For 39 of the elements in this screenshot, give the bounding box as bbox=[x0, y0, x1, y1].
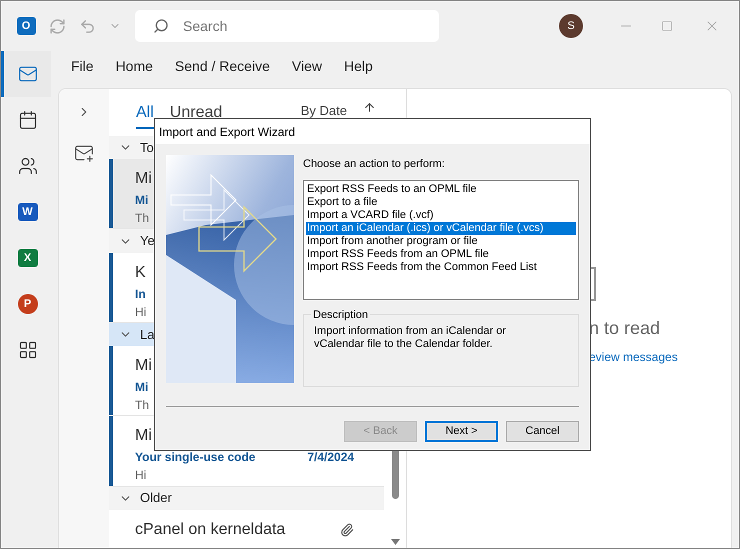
sort-label[interactable]: By Date bbox=[300, 101, 347, 120]
dialog-button[interactable]: Cancel bbox=[506, 420, 579, 442]
word-logo-icon: W bbox=[18, 203, 38, 221]
search-field[interactable]: Search bbox=[135, 10, 439, 42]
menu-item[interactable]: View bbox=[292, 56, 322, 76]
group-label: Ye bbox=[140, 232, 155, 250]
group-label: To bbox=[140, 138, 154, 157]
mail-icon bbox=[18, 64, 38, 84]
dialog-title: Import and Export Wizard bbox=[159, 124, 296, 140]
outlook-logo-icon: O bbox=[16, 17, 36, 35]
illustration-icon bbox=[589, 267, 597, 301]
group-header[interactable]: Older bbox=[109, 486, 384, 510]
new-mail-icon[interactable] bbox=[74, 143, 94, 163]
action-option[interactable]: Import from another program or file bbox=[306, 234, 576, 248]
menu-item[interactable]: File bbox=[71, 56, 94, 76]
action-option[interactable]: Export RSS Feeds to an OPML file bbox=[306, 182, 576, 196]
account-avatar[interactable]: S bbox=[559, 14, 583, 38]
menu-item[interactable]: Help bbox=[344, 56, 373, 76]
action-option[interactable]: Export to a file bbox=[306, 196, 576, 208]
action-option[interactable]: Import an iCalendar (.ics) or vCalendar file (.vcs) bbox=[306, 222, 576, 234]
menu-item[interactable]: Send / Receive bbox=[174, 56, 270, 76]
action-option[interactable]: Import a VCARD file (.vcf) bbox=[306, 208, 576, 222]
action-option[interactable]: Import RSS Feeds from the Common Feed List bbox=[306, 260, 576, 274]
calendar-icon bbox=[18, 110, 38, 130]
people-icon bbox=[18, 156, 38, 176]
apps-icon bbox=[18, 340, 38, 360]
group-label: La bbox=[140, 326, 154, 344]
action-listbox[interactable] bbox=[303, 180, 579, 300]
excel-logo-icon: X bbox=[18, 249, 38, 267]
sort-direction-icon[interactable] bbox=[363, 101, 376, 114]
action-option[interactable]: Import RSS Feeds from an OPML file bbox=[306, 248, 576, 260]
menu-item[interactable]: Home bbox=[116, 56, 153, 76]
description-text: Import information from an iCalendar or vCalendar file to the Calendar folder. bbox=[314, 324, 507, 350]
scroll-down-icon[interactable] bbox=[390, 539, 400, 545]
dialog-button[interactable]: Next > bbox=[425, 420, 498, 442]
search-icon bbox=[153, 18, 169, 34]
powerpoint-logo-icon: P bbox=[18, 294, 38, 314]
group-label: Older bbox=[140, 489, 172, 508]
prompt-label: Choose an action to perform: bbox=[303, 157, 446, 172]
